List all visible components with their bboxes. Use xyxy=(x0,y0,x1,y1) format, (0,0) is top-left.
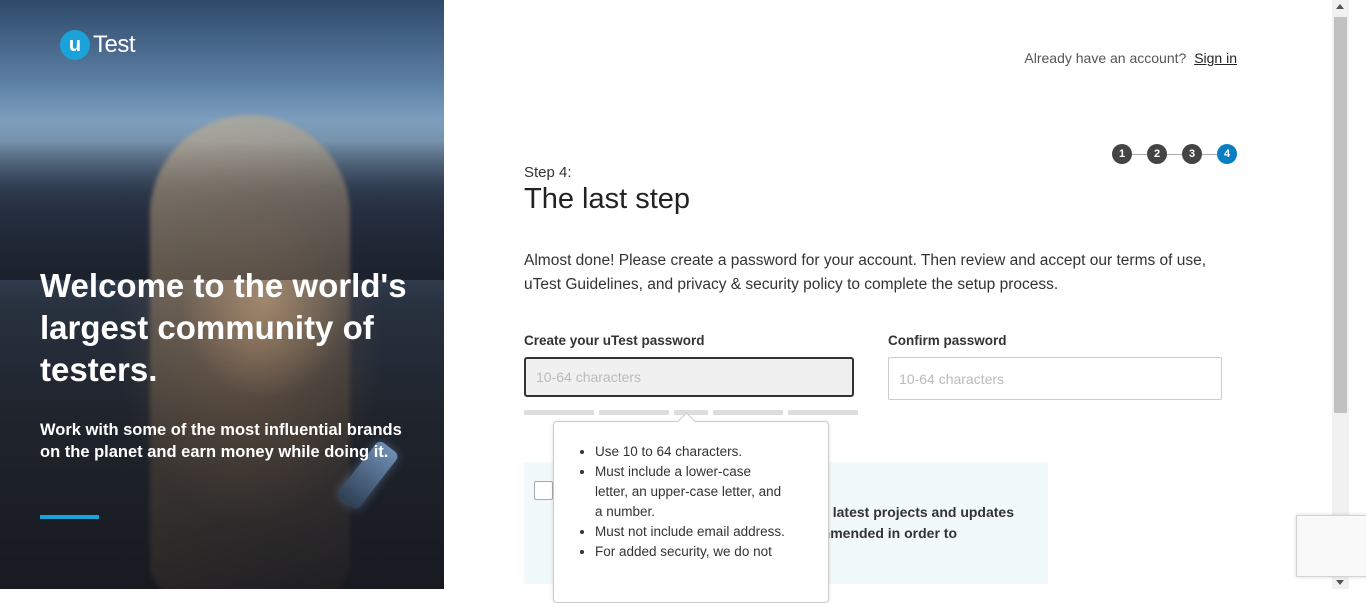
strength-segment xyxy=(674,410,708,415)
newsletter-checkbox[interactable] xyxy=(534,481,553,500)
hero-accent-bar xyxy=(40,515,99,519)
confirm-password-input[interactable] xyxy=(888,357,1222,400)
page-title: The last step xyxy=(524,183,691,215)
password-rule: Use 10 to 64 characters. xyxy=(595,442,785,462)
step-connector xyxy=(1202,153,1217,155)
scroll-thumb[interactable] xyxy=(1334,17,1347,413)
step-indicator: 1 2 3 4 xyxy=(1112,144,1237,164)
recaptcha-badge[interactable] xyxy=(1296,515,1366,577)
password-rule: Must not include email address. xyxy=(595,522,785,542)
step-3: 3 xyxy=(1182,144,1202,164)
strength-segment xyxy=(713,410,783,415)
step-4-active: 4 xyxy=(1217,144,1237,164)
intro-text: Almost done! Please create a password fo… xyxy=(524,252,1207,293)
step-2: 2 xyxy=(1147,144,1167,164)
password-rule: Must include a lower-case letter, an upp… xyxy=(595,462,785,522)
strength-segment xyxy=(524,410,594,415)
logo-mark: u xyxy=(60,30,90,60)
password-rules-tooltip: Use 10 to 64 characters. Must include a … xyxy=(553,421,829,603)
signin-prompt-text: Already have an account? xyxy=(1024,50,1187,66)
step-connector xyxy=(1167,153,1182,155)
scroll-down-arrow-icon[interactable] xyxy=(1336,580,1344,585)
logo-wordmark: Test xyxy=(93,31,136,58)
step-connector xyxy=(1132,153,1147,155)
page-scrollbar[interactable] xyxy=(1332,0,1349,589)
step-1: 1 xyxy=(1112,144,1132,164)
signin-prompt: Already have an account? Sign in xyxy=(1024,50,1237,66)
password-input[interactable] xyxy=(524,357,854,397)
confirm-password-label: Confirm password xyxy=(888,333,1007,348)
password-label: Create your uTest password xyxy=(524,333,705,348)
signin-link[interactable]: Sign in xyxy=(1194,50,1237,66)
strength-segment xyxy=(599,410,669,415)
hero-subtext: Work with some of the most influential b… xyxy=(40,421,402,461)
step-label: Step 4: xyxy=(524,164,572,181)
utest-logo[interactable]: u Test xyxy=(60,30,136,60)
strength-segment xyxy=(788,410,858,415)
hero-headline: Welcome to the world's largest community… xyxy=(40,267,407,388)
password-rules-list: Use 10 to 64 characters. Must include a … xyxy=(554,442,785,562)
password-rule: For added security, we do not xyxy=(595,542,785,562)
password-strength-meter xyxy=(524,410,858,415)
hero-panel: u Test Welcome to the world's largest co… xyxy=(0,0,444,589)
scroll-up-arrow-icon[interactable] xyxy=(1336,4,1344,9)
